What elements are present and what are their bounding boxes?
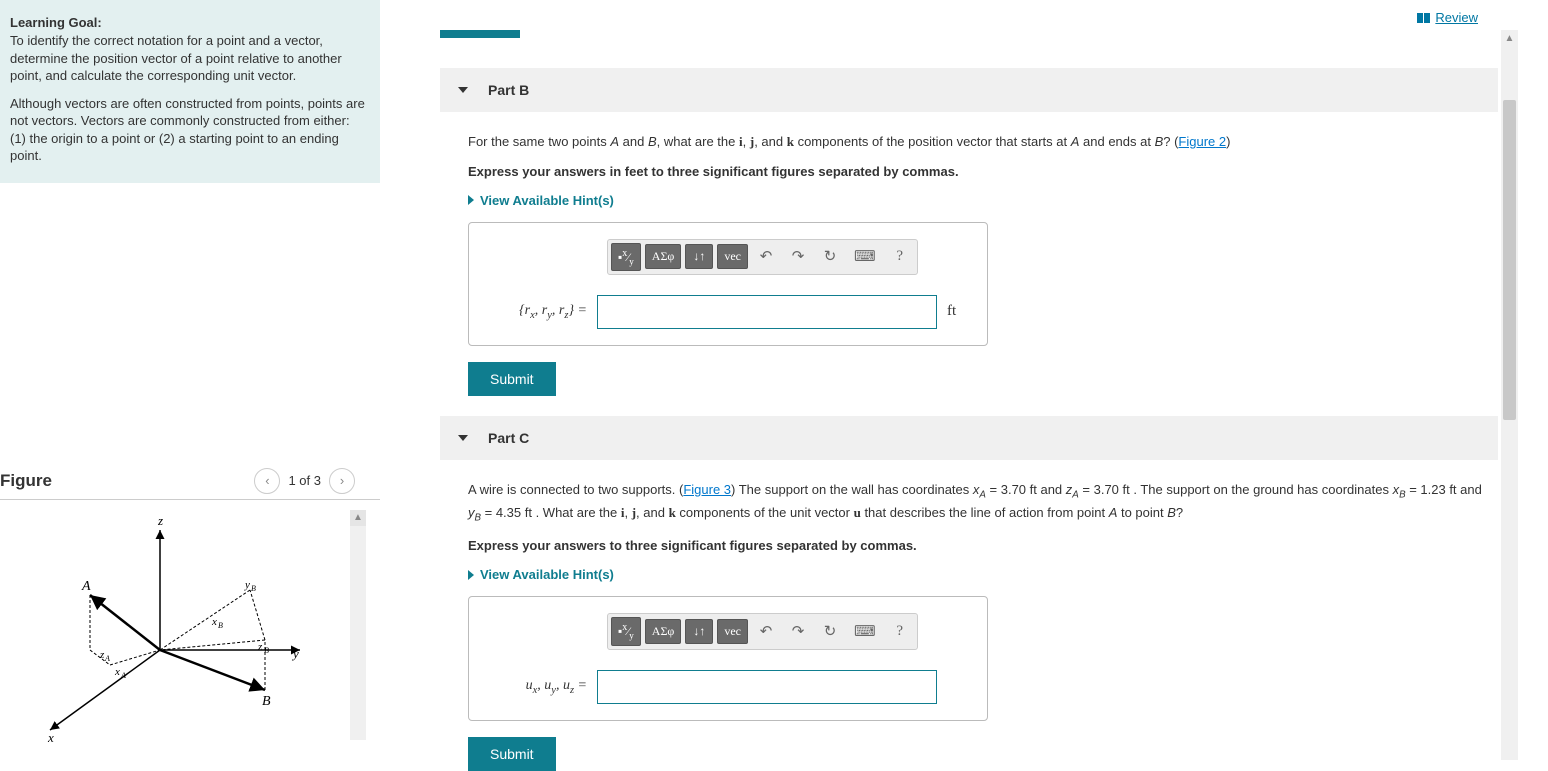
part-c-body: A wire is connected to two supports. (Fi… (440, 460, 1498, 771)
part-b-submit-button[interactable]: Submit (468, 362, 556, 396)
hints-label: View Available Hint(s) (480, 567, 614, 582)
figure-svg: z y x A B zA xA (0, 510, 340, 750)
svg-text:B: B (264, 646, 269, 655)
main-scrollbar[interactable]: ▲ (1501, 30, 1518, 760)
part-b-title: Part B (488, 82, 529, 98)
scroll-up-icon[interactable]: ▲ (1501, 30, 1518, 47)
learning-goal-heading: Learning Goal: (10, 15, 365, 30)
part-b-var-label: {rx, ry, rz} = (487, 303, 587, 321)
equation-toolbar: ▪x⁄y ΑΣφ ↓↑ vec ↶ ↷ ↻ ⌨ ? (607, 239, 918, 275)
undo-button[interactable]: ↶ (752, 618, 780, 645)
figure-pager: ‹ 1 of 3 › (254, 468, 355, 494)
greek-button[interactable]: ΑΣφ (645, 244, 682, 269)
axis-x-label: x (47, 730, 54, 745)
scroll-thumb[interactable] (1503, 100, 1516, 420)
review-link[interactable]: Review (1417, 10, 1478, 25)
part-b-answer-box: ▪x⁄y ΑΣφ ↓↑ vec ↶ ↷ ↻ ⌨ ? {rx, ry, rz} =… (468, 222, 988, 346)
svg-text:y: y (244, 579, 250, 591)
svg-text:x: x (114, 666, 120, 678)
keyboard-button[interactable]: ⌨ (848, 618, 882, 645)
svg-text:B: B (251, 584, 256, 593)
figure-canvas: z y x A B zA xA (0, 510, 380, 760)
figure-prev-button[interactable]: ‹ (254, 468, 280, 494)
axis-z-label: z (157, 513, 163, 528)
part-c-header[interactable]: Part C (440, 416, 1498, 460)
reset-button[interactable]: ↻ (816, 243, 844, 270)
review-link-text: Review (1435, 10, 1478, 25)
part-b-answer-input[interactable] (597, 295, 937, 329)
redo-button[interactable]: ↷ (784, 618, 812, 645)
figure-3-link[interactable]: Figure 3 (683, 482, 731, 497)
caret-down-icon (458, 87, 468, 93)
part-c-title: Part C (488, 430, 529, 446)
caret-right-icon (468, 570, 474, 580)
keyboard-button[interactable]: ⌨ (848, 243, 882, 270)
vec-button[interactable]: vec (717, 619, 748, 644)
part-c-hints-toggle[interactable]: View Available Hint(s) (468, 567, 1498, 582)
learning-goal-text-1: To identify the correct notation for a p… (10, 32, 365, 85)
reset-button[interactable]: ↻ (816, 618, 844, 645)
book-icon (1417, 13, 1431, 23)
right-column: Review Part B For the same two points A … (380, 0, 1548, 770)
help-button[interactable]: ? (886, 244, 914, 269)
caret-down-icon (458, 435, 468, 441)
figure-scrollbar[interactable]: ▲ (350, 510, 366, 740)
figure-pager-text: 1 of 3 (288, 473, 321, 488)
part-c-var-label: ux, uy, uz = (487, 678, 587, 696)
help-button[interactable]: ? (886, 619, 914, 644)
svg-text:A: A (104, 654, 110, 663)
page-root: Learning Goal: To identify the correct n… (0, 0, 1548, 770)
svg-text:A: A (120, 671, 126, 680)
part-b-unit: ft (947, 303, 956, 320)
part-b-input-row: {rx, ry, rz} = ft (487, 295, 969, 329)
part-b-body: For the same two points A and B, what ar… (440, 112, 1498, 396)
scroll-up-icon[interactable]: ▲ (350, 510, 366, 526)
redo-button[interactable]: ↷ (784, 243, 812, 270)
templates-button[interactable]: ▪x⁄y (611, 243, 641, 271)
part-c-answer-box: ▪x⁄y ΑΣφ ↓↑ vec ↶ ↷ ↻ ⌨ ? ux, uy, uz = (468, 596, 988, 720)
svg-text:x: x (211, 616, 217, 628)
point-a-label: A (81, 579, 91, 594)
part-b-instruction: Express your answers in feet to three si… (468, 164, 1498, 179)
left-column: Learning Goal: To identify the correct n… (0, 0, 380, 770)
part-c-input-row: ux, uy, uz = (487, 670, 969, 704)
hints-label: View Available Hint(s) (480, 193, 614, 208)
templates-button[interactable]: ▪x⁄y (611, 617, 641, 645)
learning-goal-text-2: Although vectors are often constructed f… (10, 95, 365, 165)
figure-section: Figure ‹ 1 of 3 › (0, 463, 380, 760)
part-c-instruction: Express your answers to three significan… (468, 538, 1498, 553)
svg-text:z: z (257, 641, 263, 653)
part-c-submit-button[interactable]: Submit (468, 737, 556, 771)
part-c-answer-input[interactable] (597, 670, 937, 704)
figure-next-button[interactable]: › (329, 468, 355, 494)
learning-goal-panel: Learning Goal: To identify the correct n… (0, 0, 380, 183)
subsup-button[interactable]: ↓↑ (685, 619, 713, 644)
equation-toolbar: ▪x⁄y ΑΣφ ↓↑ vec ↶ ↷ ↻ ⌨ ? (607, 613, 918, 649)
axis-y-label: y (291, 646, 299, 661)
progress-indicator (440, 30, 520, 38)
figure-2-link[interactable]: Figure 2 (1178, 134, 1226, 149)
vec-button[interactable]: vec (717, 244, 748, 269)
figure-header: Figure ‹ 1 of 3 › (0, 463, 380, 500)
part-c-question: A wire is connected to two supports. (Fi… (468, 480, 1498, 526)
point-b-label: B (262, 694, 271, 709)
svg-text:B: B (218, 621, 223, 630)
part-b-hints-toggle[interactable]: View Available Hint(s) (468, 193, 1498, 208)
greek-button[interactable]: ΑΣφ (645, 619, 682, 644)
part-b-question: For the same two points A and B, what ar… (468, 132, 1498, 152)
part-b-header[interactable]: Part B (440, 68, 1498, 112)
figure-title: Figure (0, 463, 52, 499)
caret-right-icon (468, 195, 474, 205)
subsup-button[interactable]: ↓↑ (685, 244, 713, 269)
undo-button[interactable]: ↶ (752, 243, 780, 270)
